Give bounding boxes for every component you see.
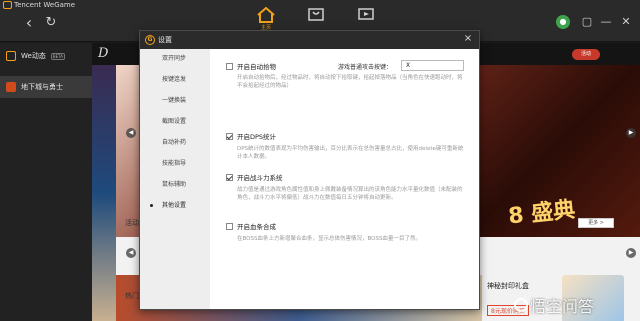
watermark: 悟空问答 — [514, 293, 594, 317]
minimize-icon[interactable]: — — [599, 15, 613, 29]
we-icon — [6, 51, 16, 61]
nav-item-key-repeat[interactable]: 按键连发 — [140, 73, 210, 87]
dps-desc: DPS统计的数值表现为平均伤害输出，百分比表示在总伤害量总占比，使用delete… — [237, 146, 464, 160]
chat-icon[interactable]: ▢ — [580, 15, 594, 29]
refresh-icon[interactable]: ↻ — [42, 14, 60, 32]
dps-label: 开启DPS统计 — [237, 133, 277, 141]
more-link[interactable]: 更多 > — [578, 218, 614, 228]
gift-title: 神秘封印礼盒 — [487, 282, 529, 290]
sidebar-item-label: 地下城与勇士 — [21, 83, 63, 91]
wegame-window: Tencent WeGame ‹ ↻ 主页 ● ▢ — ✕ We动态 BETA … — [0, 0, 640, 321]
combat-power-checkbox[interactable] — [226, 173, 233, 181]
activity-heading: 活动 — [125, 219, 139, 227]
news-prev-icon[interactable]: ◀ — [126, 248, 136, 258]
wegame-logo-icon — [3, 1, 12, 9]
dps-option[interactable]: 开启DPS统计 — [226, 131, 276, 141]
close-icon[interactable]: ✕ — [619, 15, 633, 29]
nav-item-dual-sync[interactable]: 双开同步 — [140, 52, 210, 66]
dialog-close-button[interactable]: × — [462, 33, 474, 45]
hot-heading: 热门 — [125, 292, 139, 300]
banner-next-icon[interactable]: ▶ — [626, 128, 636, 138]
brand-name: Tencent WeGame — [14, 1, 76, 9]
auto-pickup-label: 开启自动拾物 — [237, 63, 276, 71]
nav-item-mouse-assist[interactable]: 鼠标辅助 — [140, 178, 210, 192]
brand: Tencent WeGame — [3, 1, 75, 9]
auto-pickup-checkbox[interactable] — [226, 62, 233, 70]
nav-item-skill-guide[interactable]: 技能指导 — [140, 157, 210, 171]
nav-item-screenshot[interactable]: 截图设置 — [140, 115, 210, 129]
watermark-logo-icon — [514, 298, 528, 312]
settings-dialog: G 设置 × 双开同步 按键连发 一键换装 截图设置 自动补药 技能指导 鼠标辅… — [139, 30, 480, 310]
dps-checkbox[interactable] — [226, 132, 233, 140]
activity-button[interactable]: 活动 — [572, 49, 600, 60]
wegame-g-icon: G — [145, 35, 155, 45]
dnf-game-icon — [6, 82, 16, 92]
dialog-header: G 设置 × — [140, 31, 479, 49]
video-icon — [358, 8, 374, 20]
auto-pickup-desc: 开启自动拾物后，经过物品时，将自动按下拾取键，拾起掉落物品（当角色在快速跑动时，… — [237, 75, 463, 89]
game-art-strip — [92, 65, 116, 321]
hotkey-input[interactable]: X — [401, 60, 464, 71]
nav-item-auto-potion[interactable]: 自动补药 — [140, 136, 210, 150]
sidebar-item-we-dynamics[interactable]: We动态 BETA — [0, 45, 92, 67]
sidebar-item-label: We动态 — [21, 52, 46, 60]
news-next-icon[interactable]: ▶ — [626, 248, 636, 258]
beta-badge: BETA — [50, 52, 65, 60]
home-icon — [257, 7, 275, 23]
store-icon — [308, 8, 324, 21]
hp-bar-merge-label: 开启血条合成 — [237, 223, 276, 231]
auto-pickup-option[interactable]: 开启自动拾物 — [226, 61, 276, 71]
combat-power-label: 开启战斗力系统 — [237, 174, 283, 182]
sidebar: We动态 BETA 地下城与勇士 — [0, 43, 92, 321]
hp-bar-merge-option[interactable]: 开启血条合成 — [226, 221, 276, 231]
nav-item-other-settings[interactable]: 其他设置 — [140, 199, 210, 213]
nav-item-quick-equip[interactable]: 一键换装 — [140, 94, 210, 108]
active-bullet-icon — [150, 204, 153, 207]
combat-power-option[interactable]: 开启战斗力系统 — [226, 172, 283, 182]
hp-bar-merge-desc: 在BOSS血条上方新增聚合血条，显示总体伤害情况，BOSS血量一目了然。 — [237, 236, 421, 242]
back-icon[interactable]: ‹ — [20, 14, 38, 32]
settings-nav: 双开同步 按键连发 一键换装 截图设置 自动补药 技能指导 鼠标辅助 其他设置 — [140, 49, 210, 309]
game-logo: D — [98, 46, 109, 61]
hotkey-label: 游戏普通攻击按键： — [338, 64, 393, 71]
banner-art-text: 8 盛典 — [507, 197, 577, 230]
combat-power-desc: 战力值是通过游戏角色属性值和身上佩戴装备情况算出的该角色能力水平量化数值（未配装… — [237, 187, 463, 201]
hp-bar-merge-checkbox[interactable] — [226, 222, 233, 230]
avatar[interactable]: ● — [556, 15, 570, 29]
dialog-title: 设置 — [158, 36, 172, 44]
settings-body: 开启自动拾物 游戏普通攻击按键： X 开启自动拾物后，经过物品时，将自动按下拾取… — [210, 49, 479, 309]
watermark-text: 悟空问答 — [530, 297, 595, 316]
banner-prev-icon[interactable]: ◀ — [126, 128, 136, 138]
sidebar-item-dnf[interactable]: 地下城与勇士 — [0, 76, 92, 98]
